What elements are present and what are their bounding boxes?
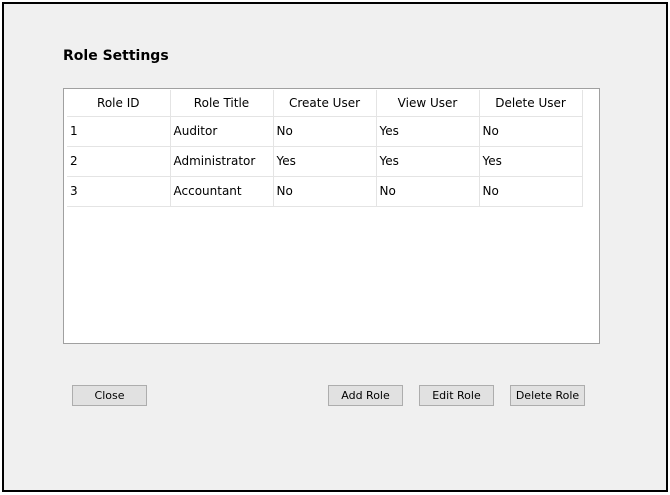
cell-create-user[interactable]: No [273,116,377,147]
edit-role-button[interactable]: Edit Role [419,385,494,406]
close-button[interactable]: Close [72,385,147,406]
cell-role-id[interactable]: 2 [67,146,171,177]
table-row[interactable]: 1 Auditor No Yes No [67,116,583,147]
roles-table: Role ID Role Title Create User View User… [67,90,583,207]
column-header-role-title[interactable]: Role Title [170,90,274,117]
role-settings-window: Role Settings Role ID Role Title Create … [2,2,668,492]
column-header-create-user[interactable]: Create User [273,90,377,117]
cell-delete-user[interactable]: No [479,116,583,147]
cell-create-user[interactable]: Yes [273,146,377,177]
cell-create-user[interactable]: No [273,176,377,207]
table-row[interactable]: 3 Accountant No No No [67,176,583,207]
cell-view-user[interactable]: Yes [376,146,480,177]
add-role-button[interactable]: Add Role [328,385,403,406]
delete-role-button[interactable]: Delete Role [510,385,585,406]
cell-role-id[interactable]: 1 [67,116,171,147]
cell-role-title[interactable]: Accountant [170,176,274,207]
cell-delete-user[interactable]: No [479,176,583,207]
column-header-delete-user[interactable]: Delete User [479,90,583,117]
cell-view-user[interactable]: Yes [376,116,480,147]
table-header-row: Role ID Role Title Create User View User… [67,90,583,117]
table-row[interactable]: 2 Administrator Yes Yes Yes [67,146,583,177]
column-header-view-user[interactable]: View User [376,90,480,117]
cell-role-title[interactable]: Auditor [170,116,274,147]
cell-role-id[interactable]: 3 [67,176,171,207]
cell-view-user[interactable]: No [376,176,480,207]
roles-grid[interactable]: Role ID Role Title Create User View User… [63,88,600,344]
column-header-role-id[interactable]: Role ID [67,90,171,117]
cell-delete-user[interactable]: Yes [479,146,583,177]
page-title: Role Settings [63,48,169,64]
cell-role-title[interactable]: Administrator [170,146,274,177]
